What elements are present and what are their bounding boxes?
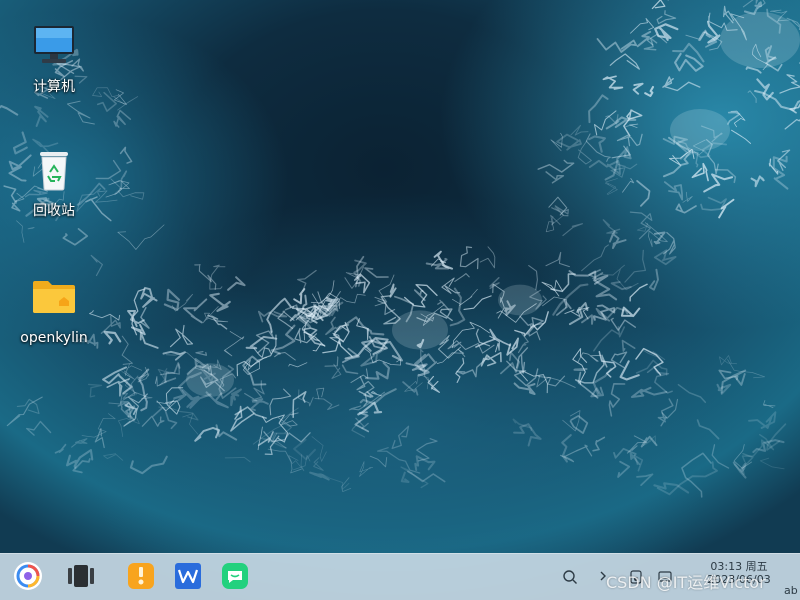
foam-patch [670,109,730,151]
trash-icon [40,152,68,191]
clock-weekday: 周五 [745,560,768,573]
desktop-icon-label: 计算机 [33,79,75,95]
input-method-indicator[interactable]: ab [784,584,798,597]
taskbar [0,553,800,600]
foam-streak [573,368,588,372]
volume-icon[interactable] [630,570,642,584]
clock[interactable]: 03:13 周五 2023/06/03 [700,560,778,586]
foam-patch [498,284,542,316]
computer-icon [34,26,74,63]
desktop-icon-trash[interactable]: 回收站 [9,146,99,220]
desktop-icon-label: openkylin [20,330,88,346]
chevron-right-icon[interactable] [598,570,608,582]
keyboard-icon[interactable] [658,571,672,582]
clock-date: 2023/06/03 [707,573,771,586]
wps-office-button[interactable] [173,561,203,591]
foam-patch [186,363,234,397]
search-icon[interactable] [562,569,578,585]
desktop-icon-home-folder[interactable]: openkylin [9,273,99,347]
foam-patch [720,12,800,68]
desktop-icon-label: 回收站 [33,203,75,219]
start-menu-button[interactable] [13,561,43,591]
desktop-icon-computer[interactable]: 计算机 [9,22,99,96]
file-manager-button[interactable] [126,561,156,591]
clock-time: 03:13 [710,560,743,573]
desktop-wallpaper [0,0,800,600]
chat-app-button[interactable] [220,561,250,591]
foam-patch [392,310,448,350]
clock-time-weekday: 03:13 周五 [700,560,778,573]
multitask-view-button[interactable] [66,561,96,591]
home-folder-icon [33,281,75,313]
